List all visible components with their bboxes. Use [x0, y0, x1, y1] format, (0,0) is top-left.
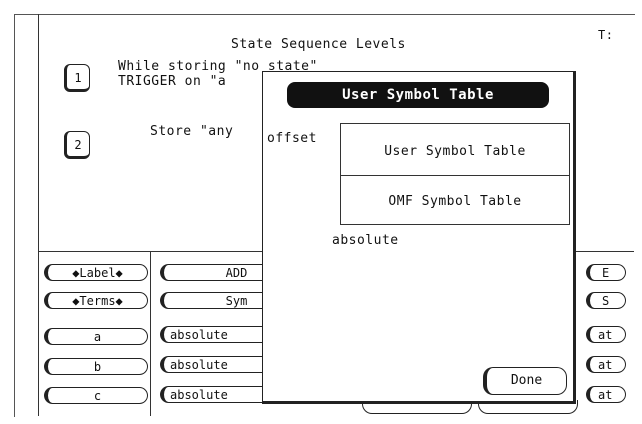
menu-item-omf-symbol-table[interactable]: OMF Symbol Table: [341, 194, 569, 209]
corner-label: T:: [598, 28, 614, 42]
row-c-button[interactable]: c: [44, 387, 148, 404]
level-1-button[interactable]: 1: [64, 64, 90, 92]
menu-item-user-symbol-table[interactable]: User Symbol Table: [341, 144, 569, 159]
right-row-a-value[interactable]: at: [586, 326, 626, 343]
menu-divider: [341, 175, 569, 176]
terms-button[interactable]: ◆Terms◆: [44, 292, 148, 309]
page-title: State Sequence Levels: [231, 37, 406, 52]
right-label-field[interactable]: E: [586, 264, 626, 281]
left-frame-line: [38, 14, 39, 416]
level-1-line2: TRIGGER on "a: [118, 74, 227, 89]
right-symbol-field[interactable]: S: [586, 292, 626, 309]
row-a-button[interactable]: a: [44, 328, 148, 345]
level-2-line1: Store "any: [150, 124, 234, 139]
label-button[interactable]: ◆Label◆: [44, 264, 148, 281]
right-row-b-value[interactable]: at: [586, 356, 626, 373]
offset-label: offset: [267, 131, 317, 146]
symbol-table-dialog: [262, 71, 576, 404]
row-b-button[interactable]: b: [44, 358, 148, 375]
right-row-c-value[interactable]: at: [586, 386, 626, 403]
column-divider: [150, 251, 151, 416]
absolute-text: absolute: [332, 233, 399, 248]
level-2-button[interactable]: 2: [64, 131, 90, 159]
user-symbol-table-selector[interactable]: User Symbol Table: [287, 82, 549, 108]
done-button[interactable]: Done: [483, 367, 567, 395]
symbol-table-menu: User Symbol Table OMF Symbol Table: [340, 123, 570, 225]
